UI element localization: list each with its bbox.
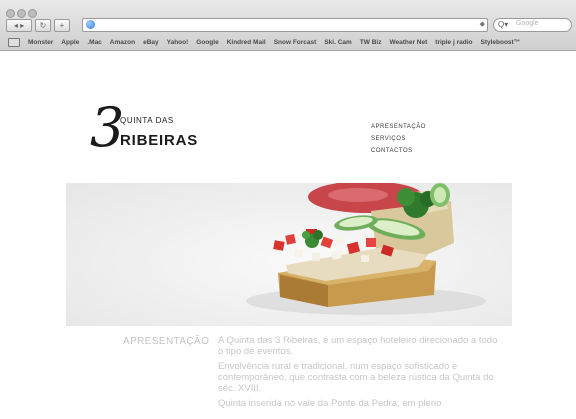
navigation-buttons: ◂ ▸ ↻ +: [6, 19, 70, 32]
stepper-icon: ◆: [479, 21, 485, 28]
bookmarks-book-icon[interactable]: [8, 37, 20, 47]
hero-food-photo: [66, 183, 512, 326]
bookmark-item[interactable]: Weather Net: [389, 39, 427, 46]
food-illustration: [246, 183, 486, 315]
bookmark-item[interactable]: Apple: [61, 39, 79, 46]
search-icon: Q▾: [498, 20, 509, 29]
bookmark-item[interactable]: Snow Forcast: [274, 39, 317, 46]
bookmark-item[interactable]: Monster: [28, 39, 53, 46]
section-text: A Quinta das 3 Ribeiras, é um espaço hot…: [218, 335, 498, 413]
paragraph: A Quinta das 3 Ribeiras, é um espaço hot…: [218, 335, 498, 357]
menu-item-servicos[interactable]: SERVIÇOS: [371, 136, 426, 142]
bookmark-item[interactable]: Styleboost™: [480, 39, 520, 46]
bookmark-item[interactable]: Google: [196, 39, 218, 46]
paragraph: Envolvência rural e tradicional, num esp…: [218, 361, 494, 394]
reload-icon: ↻: [39, 20, 47, 30]
logo-numeral: 3: [90, 96, 125, 159]
paragraph: Quinta inserida no vale da Ponte da Pedr…: [218, 398, 442, 409]
address-bar[interactable]: ◆: [82, 18, 488, 32]
main-menu: APRESENTAÇÃO SERVIÇOS CONTACTOS: [371, 124, 426, 160]
site-globe-icon: [86, 20, 95, 29]
plus-icon: +: [59, 20, 65, 30]
close-window-button[interactable]: [6, 9, 15, 18]
bookmarks-bar: Monster Apple .Mac Amazon eBay Yahoo! Go…: [0, 36, 576, 48]
menu-item-contactos[interactable]: CONTACTOS: [371, 148, 426, 154]
bookmark-item[interactable]: Ski. Cam: [324, 39, 351, 46]
browser-toolbar: ◂ ▸ ↻ + ◆ Q▾ Google Monster Apple .Mac A…: [0, 0, 576, 51]
menu-item-apresentacao[interactable]: APRESENTAÇÃO: [371, 124, 426, 130]
site-logo[interactable]: 3 QUINTA DAS RIBEIRAS: [90, 98, 230, 164]
back-forward-button[interactable]: ◂ ▸: [6, 19, 32, 32]
search-field[interactable]: Q▾ Google: [493, 18, 572, 32]
bookmark-item[interactable]: Yahoo!: [167, 39, 189, 46]
search-placeholder: Google: [516, 20, 539, 27]
bookmark-item[interactable]: TW Biz: [360, 39, 382, 46]
bookmark-item[interactable]: Kindred Mail: [227, 39, 266, 46]
zoom-window-button[interactable]: [28, 9, 37, 18]
reload-button[interactable]: ↻: [35, 19, 51, 32]
logo-text-top: QUINTA DAS: [120, 116, 174, 125]
bookmark-item[interactable]: triple j radio: [435, 39, 472, 46]
section-heading: APRESENTAÇÃO: [123, 336, 210, 347]
bookmark-item[interactable]: Amazon: [110, 39, 135, 46]
bookmark-item[interactable]: eBay: [143, 39, 159, 46]
back-forward-icon: ◂ ▸: [13, 20, 25, 30]
bookmark-item[interactable]: .Mac: [87, 39, 101, 46]
logo-text-bottom: RIBEIRAS: [120, 132, 199, 149]
minimize-window-button[interactable]: [17, 9, 26, 18]
add-bookmark-button[interactable]: +: [54, 19, 70, 32]
